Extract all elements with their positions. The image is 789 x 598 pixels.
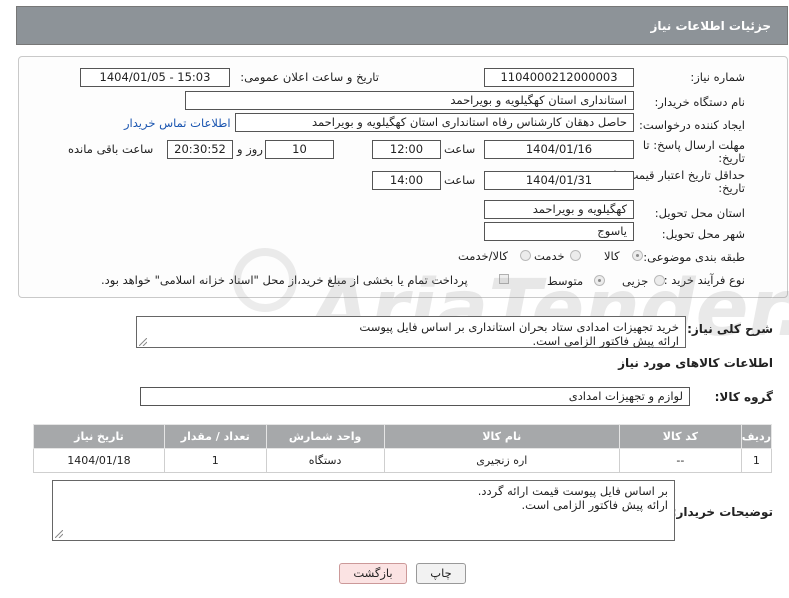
goods-group-label: گروه کالا: — [714, 390, 773, 404]
buyer-notes-label: توضیحات خریدار: — [671, 505, 773, 519]
description-label: شرح کلی نیاز: — [687, 322, 773, 336]
announce-field: 1404/01/05 - 15:03 — [80, 68, 230, 87]
city-label: شهر محل تحویل: — [661, 227, 745, 241]
days-label: روز و — [237, 142, 263, 156]
table-header-row: ردیف کد کالا نام کالا واحد شمارش تعداد /… — [33, 424, 773, 449]
deadline-label: مهلت ارسال پاسخ: تا — [642, 138, 745, 152]
province-field: کهگیلویه و بویراحمد — [484, 200, 634, 219]
table-row: 1 -- اره زنجیری دستگاه 1 1404/01/18 — [33, 448, 773, 473]
cell-row-index: 1 — [740, 448, 773, 473]
deadline-label-date: تاریخ: — [718, 151, 745, 165]
days-field: 10 — [265, 140, 334, 159]
province-label: استان محل تحویل: — [654, 206, 745, 220]
resize-grip-icon[interactable] — [139, 338, 147, 346]
goods-table: ردیف کد کالا نام کالا واحد شمارش تعداد /… — [33, 424, 773, 473]
header-unit: واحد شمارش — [265, 424, 385, 449]
header-item-code: کد کالا — [619, 424, 742, 449]
cell-quantity: 1 — [163, 448, 267, 473]
cell-need-date: 1404/01/18 — [33, 448, 165, 473]
need-number-field: 1104000212000003 — [484, 68, 634, 87]
watermark-logo: AriaTender.net — [233, 248, 789, 354]
buyer-notes-line-2: ارائه پیش فاکتور الزامی است. — [521, 498, 668, 512]
header-row-index: ردیف — [740, 424, 773, 449]
creator-field: حاصل دهقان کارشناس رفاه استانداری استان … — [235, 113, 634, 132]
validity-date-field: 1404/01/31 — [484, 171, 634, 190]
remaining-time-label: ساعت باقی مانده — [68, 142, 154, 156]
description-line-1: خرید تجهیزات امدادی ستاد بحران استانداری… — [359, 320, 679, 334]
back-button[interactable]: بازگشت — [339, 563, 407, 584]
buyer-contact-link[interactable]: اطلاعات تماس خریدار — [124, 116, 231, 130]
description-textarea: خرید تجهیزات امدادی ستاد بحران استانداری… — [136, 316, 686, 348]
cell-item-code: -- — [619, 448, 742, 473]
city-field: یاسوج — [484, 222, 634, 241]
deadline-date-field: 1404/01/16 — [484, 140, 634, 159]
remaining-time-field: 20:30:52 — [167, 140, 233, 159]
buyer-org-label: نام دستگاه خریدار: — [654, 95, 745, 109]
buyer-notes-textarea: بر اساس فایل پیوست قیمت ارائه گردد. ارائ… — [52, 480, 675, 541]
print-button[interactable]: چاپ — [416, 563, 466, 584]
announce-label: تاریخ و ساعت اعلان عمومی: — [240, 70, 379, 84]
buyer-org-field: استانداری استان کهگیلویه و بویراحمد — [185, 91, 634, 110]
validity-label-date: تاریخ: — [718, 181, 745, 195]
notes-resize-grip-icon[interactable] — [55, 530, 63, 538]
description-line-2: ارائه پیش فاکتور الزامی است. — [532, 334, 679, 348]
validity-time-label: ساعت — [444, 173, 476, 187]
header-item-name: نام کالا — [383, 424, 621, 449]
header-need-date: تاریخ نیاز — [33, 424, 165, 449]
goods-section-title: اطلاعات کالاهای مورد نیاز — [618, 356, 773, 370]
need-number-label: شماره نیاز: — [690, 70, 745, 84]
header-quantity: تعداد / مقدار — [163, 424, 267, 449]
cell-item-name: اره زنجیری — [383, 448, 621, 473]
page-title-bar: جزئیات اطلاعات نیاز — [16, 6, 788, 45]
buyer-notes-line-1: بر اساس فایل پیوست قیمت ارائه گردد. — [477, 484, 668, 498]
cell-unit: دستگاه — [265, 448, 385, 473]
goods-group-field: لوازم و تجهیزات امدادی — [140, 387, 690, 406]
deadline-time-label: ساعت — [444, 142, 476, 156]
validity-time-field: 14:00 — [372, 171, 441, 190]
page-title: جزئیات اطلاعات نیاز — [650, 19, 771, 33]
creator-label: ایجاد کننده درخواست: — [639, 118, 745, 132]
deadline-time-field: 12:00 — [372, 140, 441, 159]
